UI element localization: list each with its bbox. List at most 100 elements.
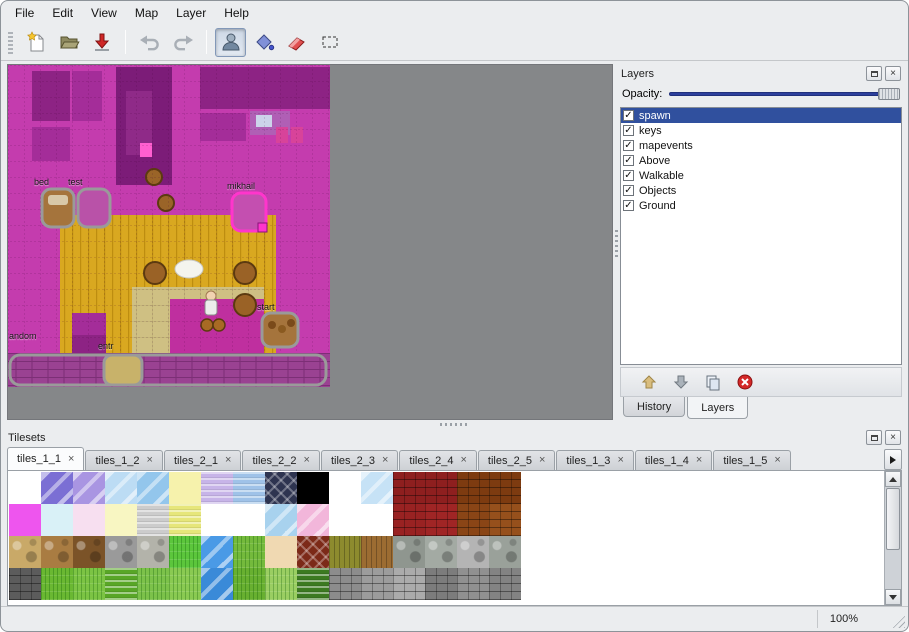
float-panel-button[interactable] [866,66,882,81]
open-button[interactable] [53,28,84,57]
tab-close-icon[interactable]: × [225,455,231,466]
tile[interactable] [489,568,521,600]
tile[interactable] [233,504,265,536]
tile[interactable] [73,472,105,504]
opacity-slider-track[interactable] [669,92,898,96]
tile[interactable] [73,504,105,536]
tile[interactable] [73,568,105,600]
tile[interactable] [41,568,73,600]
tile[interactable] [233,568,265,600]
close-panel-button[interactable]: × [885,66,901,81]
tile[interactable] [393,472,425,504]
tile[interactable] [489,504,521,536]
tile[interactable] [105,504,137,536]
tab-history[interactable]: History [623,397,685,417]
tab-close-icon[interactable]: × [147,455,153,466]
tileset-tab-tiles_1_4[interactable]: tiles_1_4× [635,450,712,470]
toolbar-drag-handle[interactable] [8,30,13,54]
layer-row-Objects[interactable]: ✓Objects [621,183,901,198]
layer-visibility-checkbox[interactable]: ✓ [623,140,634,151]
opacity-slider-handle[interactable] [878,88,900,100]
tile[interactable] [425,472,457,504]
menu-help[interactable]: Help [215,4,258,22]
layer-visibility-checkbox[interactable]: ✓ [623,155,634,166]
layer-visibility-checkbox[interactable]: ✓ [623,200,634,211]
tile[interactable] [297,536,329,568]
tile[interactable] [425,504,457,536]
scrollbar-track[interactable] [885,487,901,589]
tile[interactable] [169,568,201,600]
tileset-grid[interactable] [9,472,521,600]
tile[interactable] [297,472,329,504]
tile[interactable] [361,472,393,504]
tile[interactable] [137,536,169,568]
tile[interactable] [105,472,137,504]
tileset-tab-tiles_1_3[interactable]: tiles_1_3× [556,450,633,470]
tileset-tab-tiles_1_1[interactable]: tiles_1_1× [7,447,84,470]
redo-button[interactable] [167,28,198,57]
opacity-slider[interactable] [669,87,900,101]
tile[interactable] [489,472,521,504]
scroll-down-button[interactable] [885,589,901,605]
tile[interactable] [489,536,521,568]
tile[interactable] [265,536,297,568]
tile[interactable] [105,568,137,600]
tab-layers[interactable]: Layers [687,397,748,419]
tab-close-icon[interactable]: × [617,455,623,466]
layer-visibility-checkbox[interactable]: ✓ [623,110,634,121]
map-canvas[interactable] [8,65,330,387]
menu-layer[interactable]: Layer [167,4,215,22]
map-view[interactable]: bed test mikhail start andom entr [7,64,613,420]
new-file-button[interactable] [20,28,51,57]
tile[interactable] [169,504,201,536]
tile[interactable] [457,472,489,504]
layer-visibility-checkbox[interactable]: ✓ [623,125,634,136]
tile[interactable] [137,568,169,600]
tab-close-icon[interactable]: × [696,455,702,466]
tile[interactable] [73,536,105,568]
tileset-tab-tiles_2_2[interactable]: tiles_2_2× [242,450,319,470]
tile[interactable] [265,568,297,600]
tile[interactable] [457,536,489,568]
scrollbar-thumb[interactable] [886,488,900,550]
menu-map[interactable]: Map [126,4,167,22]
tile[interactable] [233,472,265,504]
layer-row-Walkable[interactable]: ✓Walkable [621,168,901,183]
delete-layer-button[interactable] [733,371,757,393]
layer-row-Ground[interactable]: ✓Ground [621,198,901,213]
tile[interactable] [201,568,233,600]
menu-file[interactable]: File [6,4,43,22]
undo-button[interactable] [134,28,165,57]
layer-visibility-checkbox[interactable]: ✓ [623,185,634,196]
menu-edit[interactable]: Edit [43,4,82,22]
tile[interactable] [105,536,137,568]
tile[interactable] [329,504,361,536]
tile[interactable] [9,536,41,568]
tileset-scrollbar[interactable] [884,471,901,605]
tile[interactable] [137,472,169,504]
tile[interactable] [361,568,393,600]
tile[interactable] [329,536,361,568]
tile[interactable] [201,504,233,536]
float-panel-button[interactable] [866,430,882,445]
eraser-tool-button[interactable] [281,28,312,57]
raise-layer-button[interactable] [637,371,661,393]
layer-row-spawn[interactable]: ✓spawn [621,108,901,123]
tile[interactable] [425,568,457,600]
close-panel-button[interactable]: × [885,430,901,445]
tile[interactable] [9,472,41,504]
resize-grip[interactable] [891,614,905,628]
tile[interactable] [201,536,233,568]
duplicate-layer-button[interactable] [701,371,725,393]
tile[interactable] [425,536,457,568]
tab-close-icon[interactable]: × [539,455,545,466]
tile[interactable] [265,472,297,504]
tile[interactable] [169,536,201,568]
lower-layer-button[interactable] [669,371,693,393]
layer-row-mapevents[interactable]: ✓mapevents [621,138,901,153]
tile[interactable] [393,536,425,568]
tile[interactable] [41,504,73,536]
tileset-tab-tiles_2_1[interactable]: tiles_2_1× [164,450,241,470]
tab-scroll-right-button[interactable] [884,449,902,470]
tab-close-icon[interactable]: × [382,455,388,466]
